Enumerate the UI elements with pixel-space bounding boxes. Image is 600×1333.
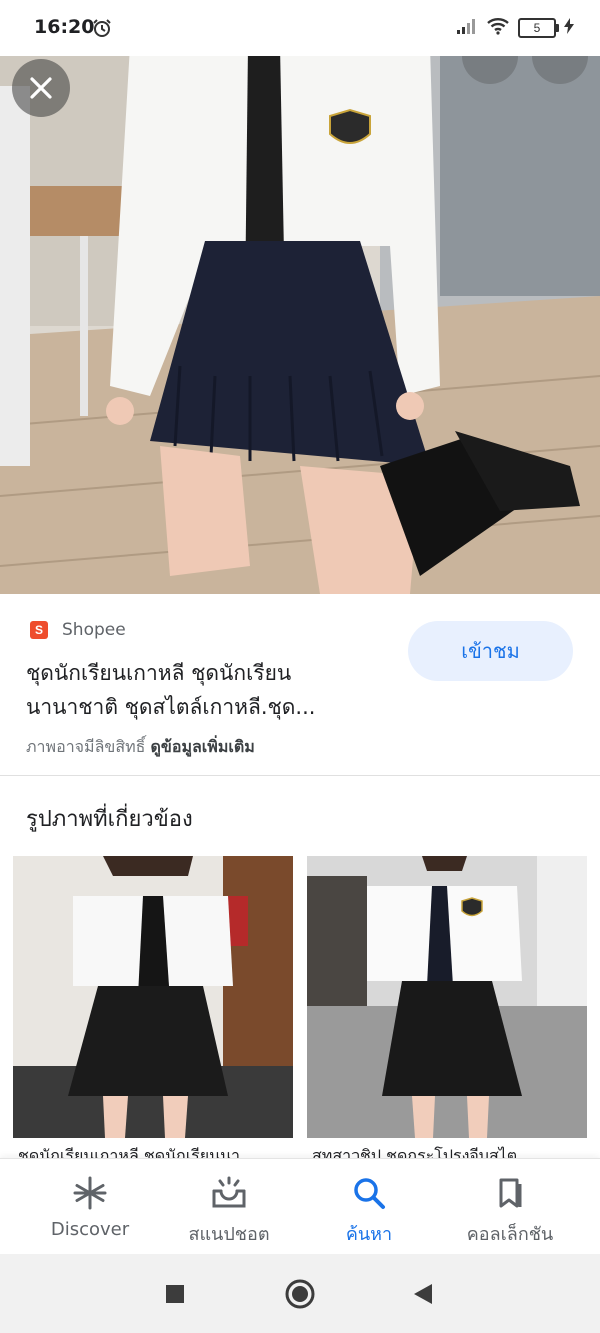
product-title-line-1: ชุดนักเรียนเกาหลี ชุดนักเรียน bbox=[26, 661, 292, 685]
alarm-clock-icon bbox=[92, 18, 112, 42]
copyright-text: ภาพอาจมีลิขสิทธิ์ bbox=[26, 737, 146, 756]
product-title[interactable]: ชุดนักเรียนเกาหลี ชุดนักเรียน นานาชาติ ช… bbox=[26, 656, 376, 724]
product-title-line-2: นานาชาติ ชุดสไตล์เกาหลี.ชุด... bbox=[26, 695, 316, 719]
nav-collections-label: คอลเล็กชัน bbox=[466, 1224, 554, 1245]
source-name: Shopee bbox=[62, 620, 126, 640]
nav-discover-label: Discover bbox=[50, 1219, 130, 1240]
close-button[interactable] bbox=[12, 59, 70, 117]
signal-icon bbox=[456, 17, 478, 39]
close-icon bbox=[30, 77, 52, 99]
recents-icon bbox=[166, 1284, 184, 1303]
battery-icon: 5 bbox=[518, 18, 559, 38]
more-info-link[interactable]: ดูข้อมูลเพิ่มเติม bbox=[151, 737, 255, 756]
nav-snapshot[interactable]: สแนปชอต bbox=[154, 1159, 304, 1255]
search-icon bbox=[351, 1175, 387, 1215]
related-image-2[interactable] bbox=[307, 856, 587, 1138]
visit-button[interactable]: เข้าชม bbox=[408, 621, 573, 681]
snapshot-icon bbox=[211, 1175, 247, 1215]
result-info: S Shopee ชุดนักเรียนเกาหลี ชุดนักเรียน น… bbox=[0, 594, 600, 774]
nav-snapshot-label: สแนปชอต bbox=[188, 1224, 270, 1245]
charging-icon bbox=[564, 18, 574, 38]
status-bar: 16:20 5 bbox=[0, 0, 600, 56]
bottom-navigation: Discover สแนปชอต ค้นหา คอลเล็กชัน bbox=[0, 1158, 600, 1255]
nav-search[interactable]: ค้นหา bbox=[294, 1159, 444, 1255]
status-time: 16:20 bbox=[34, 16, 95, 38]
back-button[interactable] bbox=[398, 1254, 448, 1333]
home-button[interactable] bbox=[270, 1254, 330, 1333]
copyright-notice: ภาพอาจมีลิขสิทธิ์ ดูข้อมูลเพิ่มเติม bbox=[26, 735, 255, 760]
section-divider bbox=[0, 775, 600, 776]
related-images-heading: รูปภาพที่เกี่ยวข้อง bbox=[26, 807, 193, 832]
shopee-logo-icon: S bbox=[30, 621, 48, 639]
asterisk-icon bbox=[72, 1175, 108, 1215]
nav-search-label: ค้นหา bbox=[345, 1224, 393, 1245]
nav-collections[interactable]: คอลเล็กชัน bbox=[435, 1159, 585, 1255]
system-navigation-bar bbox=[0, 1254, 600, 1333]
related-image-1[interactable] bbox=[13, 856, 293, 1138]
nav-discover[interactable]: Discover bbox=[15, 1159, 165, 1255]
back-icon bbox=[414, 1283, 432, 1304]
home-icon bbox=[285, 1279, 315, 1308]
recents-button[interactable] bbox=[150, 1254, 200, 1333]
source-row[interactable]: S Shopee bbox=[30, 620, 126, 640]
collections-icon bbox=[492, 1175, 528, 1215]
result-image[interactable] bbox=[0, 46, 600, 594]
wifi-icon bbox=[486, 17, 510, 39]
